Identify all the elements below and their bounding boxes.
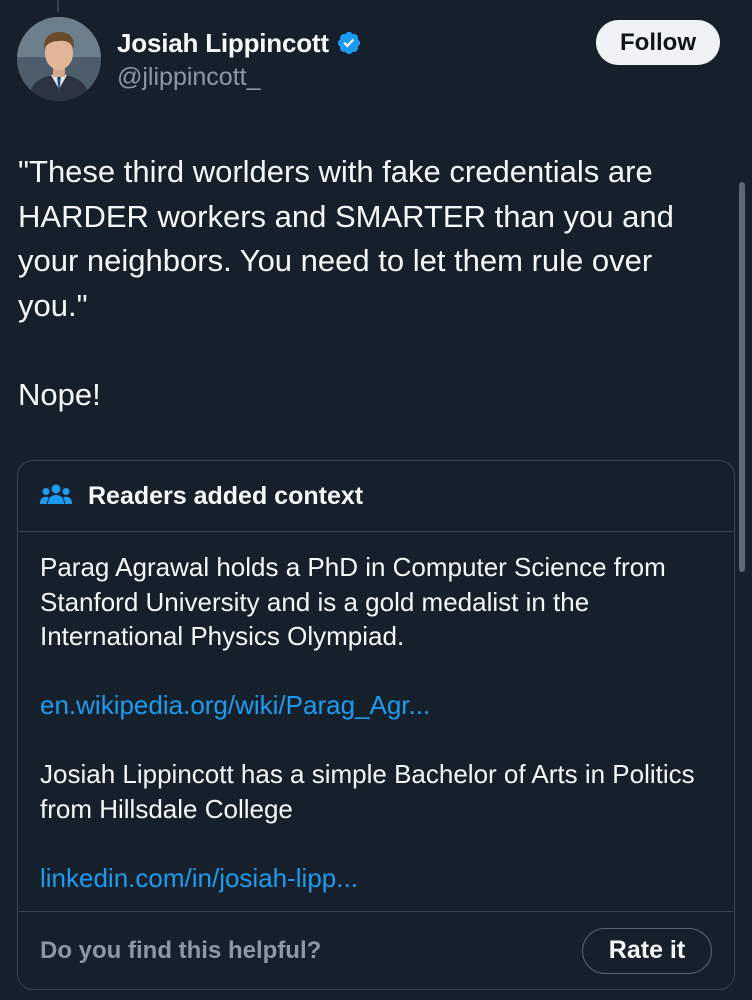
note-spacer — [40, 723, 712, 758]
note-spacer — [40, 826, 712, 861]
author-display-name[interactable]: Josiah Lippincott — [117, 28, 329, 59]
verified-badge-icon[interactable] — [336, 30, 362, 56]
helpful-feedback-row: Do you find this helpful? Rate it — [18, 911, 734, 989]
note-paragraph: Josiah Lippincott has a simple Bachelor … — [40, 759, 695, 824]
note-paragraph: Parag Agrawal holds a PhD in Computer Sc… — [40, 552, 666, 651]
community-note-body: Parag Agrawal holds a PhD in Computer Sc… — [18, 532, 734, 895]
tweet-reply-paragraph: Nope! — [18, 376, 101, 412]
profile-photo-icon — [17, 17, 101, 101]
rate-it-button[interactable]: Rate it — [582, 927, 712, 974]
note-source-link[interactable]: linkedin.com/in/josiah-lipp... — [40, 861, 712, 896]
tweet-quote-paragraph: "These third worlders with fake credenti… — [18, 154, 674, 323]
helpful-question: Do you find this helpful? — [40, 936, 322, 964]
people-icon — [40, 483, 72, 509]
note-source-link[interactable]: en.wikipedia.org/wiki/Parag_Agr... — [40, 688, 712, 723]
scrollbar[interactable] — [739, 182, 745, 572]
author-name-row: Josiah Lippincott — [117, 26, 362, 60]
community-note-card: Readers added context Parag Agrawal hold… — [17, 460, 735, 990]
community-note-title: Readers added context — [88, 481, 364, 510]
note-spacer — [40, 654, 712, 689]
avatar[interactable] — [17, 17, 101, 101]
follow-button[interactable]: Follow — [596, 20, 720, 65]
tweet-text: "These third worlders with fake credenti… — [18, 150, 718, 417]
community-note-header[interactable]: Readers added context — [18, 461, 734, 532]
author-handle[interactable]: @jlippincott_ — [117, 63, 261, 92]
thread-connector-line — [57, 0, 59, 12]
